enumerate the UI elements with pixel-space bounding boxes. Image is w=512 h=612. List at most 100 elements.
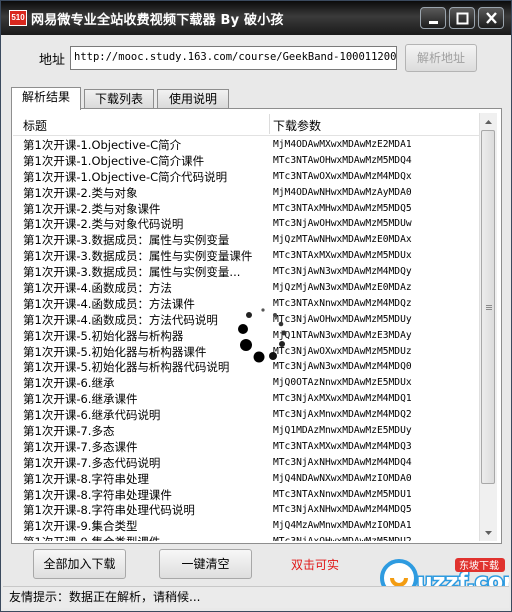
- item-download-param: MTc3NTAwOXwxMDAwMzM4MDQx: [273, 170, 412, 182]
- list-item[interactable]: 第1次开课-2.类与对象课件 MTc3NTAxMHwxMDAwMzM5MDQ5: [13, 201, 479, 217]
- item-title: 第1次开课-3.数据成员：属性与实例变量课件: [23, 249, 253, 264]
- minimize-button[interactable]: [420, 7, 446, 29]
- item-title: 第1次开课-3.数据成员：属性与实例变量: [23, 233, 230, 248]
- list-item[interactable]: 第1次开课-9.集合类型课件 MTc3NjAxOHwxMDAwMzM5MDU2: [13, 534, 479, 541]
- list-item[interactable]: 第1次开课-4.函数成员：方法 MjQzMjAwN3wxMDAwMzE0MDAz: [13, 280, 479, 296]
- maximize-button[interactable]: [449, 7, 475, 29]
- list-item[interactable]: 第1次开课-2.类与对象 MjM4ODAwNHwxMDAwMzAyMDA0: [13, 185, 479, 201]
- item-download-param: MjQ1NTAwN3wxMDAwMzE3MDAy: [273, 329, 412, 341]
- item-title: 第1次开课-2.类与对象代码说明: [23, 217, 184, 232]
- item-download-param: MTc3NjAxMXwxMDAwMzM4MDQ1: [273, 393, 412, 405]
- list-item[interactable]: 第1次开课-7.多态代码说明 MTc3NjAxNHwxMDAwMzM4MDQ4: [13, 455, 479, 471]
- item-download-param: MTc3NjAwOHwxMDAwMzM5MDUw: [273, 218, 412, 230]
- item-download-param: MjQzMTAwNHwxMDAwMzE0MDAx: [273, 234, 412, 246]
- title-bar[interactable]: 510 网易微专业全站收费视频下载器 By 破小孩: [1, 1, 511, 35]
- column-header-title[interactable]: 标题: [23, 117, 47, 134]
- list-item[interactable]: 第1次开课-9.集合类型 MjQ4MzAwMnwxMDAwMzIOMDA1: [13, 518, 479, 534]
- app-window: 510 网易微专业全站收费视频下载器 By 破小孩 地址 http://mooc…: [0, 0, 512, 612]
- item-download-param: MTc3NTAxMXwxMDAwMzM4MDQ3: [273, 440, 412, 452]
- column-header-param[interactable]: 下载参数: [273, 117, 321, 134]
- item-title: 第1次开课-7.多态: [23, 424, 115, 439]
- item-download-param: MjM4ODAwNHwxMDAwMzAyMDA0: [273, 186, 412, 198]
- item-title: 第1次开课-3.数据成员：属性与实例变量...: [23, 265, 241, 280]
- item-title: 第1次开课-6.继承课件: [23, 392, 138, 407]
- list-item[interactable]: 第1次开课-1.Objective-C简介 MjM4ODAwMXwxMDAwMzE…: [13, 137, 479, 153]
- list-item[interactable]: 第1次开课-2.类与对象代码说明 MTc3NjAwOHwxMDAwMzM5MDUw: [13, 216, 479, 232]
- list-item[interactable]: 第1次开课-3.数据成员：属性与实例变量... MTc3NjAwN3wxMDAwM…: [13, 264, 479, 280]
- app-icon: 510: [9, 10, 27, 26]
- list-item[interactable]: 第1次开课-1.Objective-C简介课件 MTc3NTAwOHwxMDAwM…: [13, 153, 479, 169]
- list-item[interactable]: 第1次开课-8.字符串处理课件 MTc3NTAxNnwxMDAwMzM5MDU1: [13, 487, 479, 503]
- status-text: 友情提示：数据正在解析，请稍候...: [9, 590, 201, 604]
- tab-instructions[interactable]: 使用说明: [157, 89, 229, 108]
- add-all-to-download-button[interactable]: 全部加入下载: [33, 549, 126, 579]
- item-download-param: MTc3NjAxNHwxMDAwMzM4MDQ5: [273, 504, 412, 516]
- address-input[interactable]: http://mooc.study.163.com/course/GeekBan…: [70, 46, 397, 70]
- parse-address-button[interactable]: 解析地址: [405, 44, 477, 72]
- list-item[interactable]: 第1次开课-6.继承 MjQ0OTAzNnwxMDAwMzE5MDUx: [13, 375, 479, 391]
- item-download-param: MTc3NTAwOHwxMDAwMzM5MDQ4: [273, 154, 412, 166]
- list-header: 标题 下载参数: [13, 113, 479, 136]
- arrow-up-icon: [485, 120, 492, 124]
- svg-text:东坡下载: 东坡下载: [459, 559, 499, 572]
- item-download-param: MTc3NTAxMHwxMDAwMzM5MDQ5: [273, 202, 412, 214]
- item-download-param: MTc3NjAwOHwxMDAwMzM5MDUy: [273, 313, 412, 325]
- item-download-param: MTc3NjAxNHwxMDAwMzM4MDQ4: [273, 456, 412, 468]
- item-download-param: MTc3NjAwN3wxMDAwMzM4MDQy: [273, 266, 412, 278]
- window-title: 网易微专业全站收费视频下载器 By 破小孩: [31, 13, 284, 28]
- scrollbar-thumb[interactable]: [481, 130, 495, 484]
- list-item[interactable]: 第1次开课-6.继承代码说明 MTc3NjAxMnwxMDAwMzM4MDQ2: [13, 407, 479, 423]
- item-download-param: MTc3NjAxMnwxMDAwMzM4MDQ2: [273, 409, 412, 421]
- item-download-param: MjQ4MzAwMnwxMDAwMzIOMDA1: [273, 520, 412, 532]
- item-download-param: MTc3NjAwOXwxMDAwMzM5MDUz: [273, 345, 412, 357]
- close-icon: [486, 12, 497, 24]
- item-title: 第1次开课-2.类与对象: [23, 185, 138, 200]
- list-item[interactable]: 第1次开课-8.字符串处理代码说明 MTc3NjAxNHwxMDAwMzM4MDQ…: [13, 502, 479, 518]
- item-download-param: MjQ1MDAzMnwxMDAwMzE5MDUy: [273, 425, 412, 437]
- scroll-down-button[interactable]: [480, 524, 497, 541]
- item-title: 第1次开课-8.字符串处理: [23, 471, 149, 486]
- status-bar: 友情提示：数据正在解析，请稍候...: [3, 586, 509, 608]
- minimize-icon: [429, 21, 438, 24]
- item-title: 第1次开课-6.继承: [23, 376, 115, 391]
- item-title: 第1次开课-9.集合类型: [23, 519, 138, 534]
- item-title: 第1次开课-4.函数成员：方法: [23, 281, 172, 296]
- list-item[interactable]: 第1次开课-7.多态 MjQ1MDAzMnwxMDAwMzE5MDUy: [13, 423, 479, 439]
- close-button[interactable]: [478, 7, 504, 29]
- vertical-scrollbar[interactable]: [479, 113, 497, 541]
- item-download-param: MTc3NTAxNnwxMDAwMzM4MDQz: [273, 297, 412, 309]
- item-title: 第1次开课-6.继承代码说明: [23, 408, 161, 423]
- clear-all-button[interactable]: 一键清空: [159, 549, 252, 579]
- item-title: 第1次开课-1.Objective-C简介课件: [23, 153, 205, 168]
- list-item[interactable]: 第1次开课-6.继承课件 MTc3NjAxMXwxMDAwMzM4MDQ1: [13, 391, 479, 407]
- item-title: 第1次开课-7.多态代码说明: [23, 455, 161, 470]
- arrow-down-icon: [485, 531, 492, 535]
- item-title: 第1次开课-2.类与对象课件: [23, 201, 161, 216]
- item-title: 第1次开课-8.字符串处理课件: [23, 487, 172, 502]
- list-item[interactable]: 第1次开课-3.数据成员：属性与实例变量课件 MTc3NTAxMXwxMDAwMz…: [13, 248, 479, 264]
- address-label: 地址: [39, 53, 66, 68]
- item-download-param: MjQ4NDAwNXwxMDAwMzIOMDA0: [273, 472, 412, 484]
- item-download-param: MjQ0OTAzNnwxMDAwMzE5MDUx: [273, 377, 412, 389]
- item-download-param: MTc3NjAwN3wxMDAwMzM4MDQ0: [273, 361, 412, 373]
- item-title: 第1次开课-1.Objective-C简介代码说明: [23, 169, 228, 184]
- item-title: 第1次开课-9.集合类型课件: [23, 534, 269, 541]
- loading-spinner-icon: [238, 308, 287, 363]
- list-item[interactable]: 第1次开课-3.数据成员：属性与实例变量 MjQzMTAwNHwxMDAwMzE0…: [13, 232, 479, 248]
- tab-parse-results[interactable]: 解析结果: [11, 87, 81, 110]
- hint-text: 双击可实: [291, 558, 340, 572]
- item-title: 第1次开课-7.多态课件: [23, 439, 138, 454]
- list-item[interactable]: 第1次开课-7.多态课件 MTc3NTAxMXwxMDAwMzM4MDQ3: [13, 439, 479, 455]
- item-download-param: MTc3NTAxMXwxMDAwMzM5MDUx: [273, 250, 412, 262]
- list-item[interactable]: 第1次开课-8.字符串处理 MjQ4NDAwNXwxMDAwMzIOMDA0: [13, 471, 479, 487]
- tab-download-list[interactable]: 下载列表: [84, 89, 154, 108]
- column-divider[interactable]: [269, 114, 270, 134]
- list-item[interactable]: 第1次开课-1.Objective-C简介代码说明 MTc3NTAwOXwxMDA…: [13, 169, 479, 185]
- scroll-up-button[interactable]: [480, 113, 497, 130]
- item-download-param: MjQzMjAwN3wxMDAwMzE0MDAz: [273, 282, 412, 294]
- item-title: 第1次开课-8.字符串处理代码说明: [23, 503, 195, 518]
- item-download-param: MTc3NTAxNnwxMDAwMzM5MDU1: [273, 488, 412, 500]
- item-download-param: MjM4ODAwMXwxMDAwMzE2MDA1: [273, 139, 412, 150]
- item-title: 第1次开课-1.Objective-C简介: [23, 138, 182, 152]
- item-download-param: MTc3NjAxOHwxMDAwMzM5MDU2: [273, 534, 473, 541]
